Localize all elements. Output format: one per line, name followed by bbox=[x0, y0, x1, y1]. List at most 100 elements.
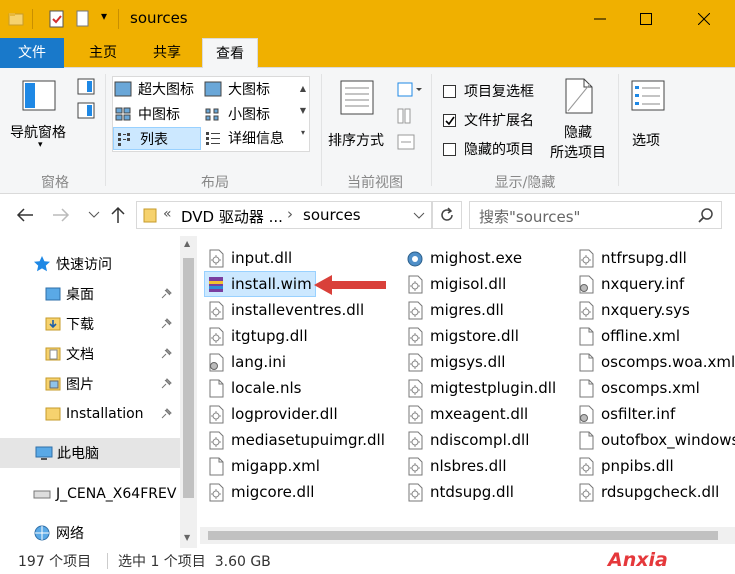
pin-icon[interactable] bbox=[160, 348, 172, 360]
pin-icon[interactable] bbox=[160, 288, 172, 300]
layout-small-icons[interactable]: 小图标 bbox=[204, 103, 300, 125]
file-extensions-checkbox[interactable] bbox=[443, 113, 456, 127]
tab-view[interactable]: 查看 bbox=[202, 38, 258, 69]
file-item[interactable]: migtestplugin.dll bbox=[407, 375, 556, 401]
tab-share[interactable]: 共享 bbox=[140, 38, 194, 68]
file-item[interactable]: locale.nls bbox=[208, 375, 301, 401]
file-list-scrollbar[interactable] bbox=[200, 527, 735, 544]
scroll-down-icon[interactable]: ▼ bbox=[184, 533, 190, 542]
back-arrow-icon[interactable] bbox=[16, 207, 34, 223]
properties-icon[interactable] bbox=[48, 9, 66, 29]
file-item[interactable]: nxquery.inf bbox=[578, 271, 684, 297]
file-item[interactable]: nlsbres.dll bbox=[407, 453, 507, 479]
sort-icon bbox=[340, 80, 374, 115]
file-item[interactable]: osfilter.inf bbox=[578, 401, 675, 427]
breadcrumb-prefix[interactable]: « bbox=[163, 206, 172, 222]
breadcrumb-sources[interactable]: sources bbox=[303, 206, 361, 224]
hide-selected-items-button[interactable]: 隐藏 所选项目 bbox=[548, 76, 612, 162]
file-name: ndiscompl.dll bbox=[430, 431, 530, 449]
sort-by-button[interactable]: 排序方式 bbox=[326, 76, 392, 158]
file-item[interactable]: mighost.exe bbox=[407, 245, 522, 271]
refresh-icon bbox=[441, 207, 453, 221]
file-item[interactable]: ndiscompl.dll bbox=[407, 427, 529, 453]
nav-item-desktop[interactable]: 桌面 bbox=[0, 279, 180, 309]
file-item[interactable]: outofbox_windows bbox=[578, 427, 735, 453]
ribbon-tabs: 文件 主页 共享 查看 bbox=[0, 38, 735, 69]
checkmark-icon bbox=[445, 116, 455, 125]
layout-list[interactable]: 列表 bbox=[113, 127, 201, 150]
nav-item-pictures[interactable]: 图片 bbox=[0, 369, 180, 399]
new-folder-icon[interactable] bbox=[74, 9, 92, 29]
file-item[interactable]: input.dll bbox=[208, 245, 292, 271]
file-item[interactable]: migres.dll bbox=[407, 297, 504, 323]
forward-arrow-icon[interactable] bbox=[52, 207, 70, 223]
address-dropdown-icon[interactable] bbox=[413, 212, 425, 220]
refresh-button[interactable] bbox=[432, 201, 462, 229]
file-item[interactable]: migapp.xml bbox=[208, 453, 320, 479]
size-columns-icon[interactable] bbox=[397, 134, 415, 150]
file-item[interactable]: lang.ini bbox=[208, 349, 286, 375]
quick-access-toolbar-dropdown[interactable]: ▾ bbox=[101, 9, 107, 23]
group-by-icon[interactable] bbox=[397, 82, 423, 98]
nav-this-pc[interactable]: 此电脑 bbox=[0, 438, 180, 468]
nav-scrollbar-thumb[interactable] bbox=[183, 258, 194, 498]
file-item[interactable]: nxquery.sys bbox=[578, 297, 690, 323]
nav-item-installation[interactable]: Installation bbox=[0, 399, 180, 429]
options-button[interactable]: 选项 bbox=[627, 76, 671, 158]
file-item[interactable]: pnpibs.dll bbox=[578, 453, 674, 479]
file-item[interactable]: itgtupg.dll bbox=[208, 323, 308, 349]
search-box[interactable]: 搜索"sources" bbox=[469, 201, 722, 229]
layout-details[interactable]: 详细信息 bbox=[204, 127, 300, 149]
maximize-button[interactable] bbox=[623, 0, 669, 38]
nav-scrollbar[interactable]: ▲ ▼ bbox=[180, 236, 197, 548]
details-pane-icon[interactable] bbox=[77, 102, 95, 120]
pin-icon[interactable] bbox=[160, 318, 172, 330]
recent-locations-chevron-icon[interactable] bbox=[88, 211, 100, 219]
add-columns-icon[interactable] bbox=[397, 108, 415, 124]
file-item[interactable]: migsys.dll bbox=[407, 349, 505, 375]
close-button[interactable] bbox=[681, 0, 727, 38]
pin-icon[interactable] bbox=[160, 378, 172, 390]
nav-item-downloads[interactable]: 下载 bbox=[0, 309, 180, 339]
item-checkboxes-checkbox[interactable] bbox=[443, 84, 456, 98]
file-name: migsys.dll bbox=[430, 353, 506, 371]
file-item[interactable]: rdsupgcheck.dll bbox=[578, 479, 719, 505]
file-extensions-option[interactable]: 文件扩展名 bbox=[443, 110, 534, 130]
layout-medium-icons[interactable]: 中图标 bbox=[114, 103, 200, 125]
file-item[interactable]: ntdsupg.dll bbox=[407, 479, 514, 505]
tab-home[interactable]: 主页 bbox=[76, 38, 130, 68]
layout-gallery-scroll[interactable]: ▲ ▼ ▾ bbox=[297, 78, 309, 150]
file-item[interactable]: offline.xml bbox=[578, 323, 680, 349]
file-item[interactable]: install.wim bbox=[204, 271, 316, 297]
preview-pane-icon[interactable] bbox=[77, 78, 95, 96]
file-item[interactable]: migisol.dll bbox=[407, 271, 506, 297]
file-item[interactable]: migstore.dll bbox=[407, 323, 519, 349]
nav-dvd-drive[interactable]: J_CENA_X64FREV bbox=[0, 479, 180, 509]
file-item[interactable]: oscomps.xml bbox=[578, 375, 700, 401]
file-item[interactable]: migcore.dll bbox=[208, 479, 314, 505]
file-item[interactable]: ntfrsupg.dll bbox=[578, 245, 687, 271]
tab-file[interactable]: 文件 bbox=[0, 38, 64, 68]
file-item[interactable]: installeventres.dll bbox=[208, 297, 364, 323]
nav-pane-button[interactable]: 导航窗格 ▾ bbox=[8, 76, 72, 158]
minimize-button[interactable] bbox=[577, 0, 623, 38]
scroll-up-icon[interactable]: ▲ bbox=[184, 239, 190, 248]
file-list-scrollbar-thumb[interactable] bbox=[208, 531, 718, 540]
nav-item-documents[interactable]: 文档 bbox=[0, 339, 180, 369]
pin-icon[interactable] bbox=[160, 408, 172, 420]
layout-extra-large-icons[interactable]: 超大图标 bbox=[114, 78, 200, 100]
file-item[interactable]: logprovider.dll bbox=[208, 401, 338, 427]
layout-large-icons[interactable]: 大图标 bbox=[204, 78, 300, 100]
file-item[interactable]: mxeagent.dll bbox=[407, 401, 528, 427]
nav-network[interactable]: 网络 bbox=[0, 518, 180, 548]
nav-quick-access[interactable]: 快速访问 bbox=[0, 249, 180, 279]
minimize-icon bbox=[594, 18, 606, 20]
hidden-items-checkbox[interactable] bbox=[443, 142, 456, 156]
breadcrumb-dvd-drive[interactable]: DVD 驱动器 ... bbox=[181, 206, 283, 227]
up-arrow-icon[interactable] bbox=[110, 206, 126, 224]
address-bar[interactable]: « DVD 驱动器 ... › sources bbox=[136, 201, 432, 229]
file-item[interactable]: mediasetupuimgr.dll bbox=[208, 427, 385, 453]
item-checkboxes-option[interactable]: 项目复选框 bbox=[443, 81, 534, 101]
hidden-items-option[interactable]: 隐藏的项目 bbox=[443, 139, 534, 159]
file-item[interactable]: oscomps.woa.xml bbox=[578, 349, 735, 375]
